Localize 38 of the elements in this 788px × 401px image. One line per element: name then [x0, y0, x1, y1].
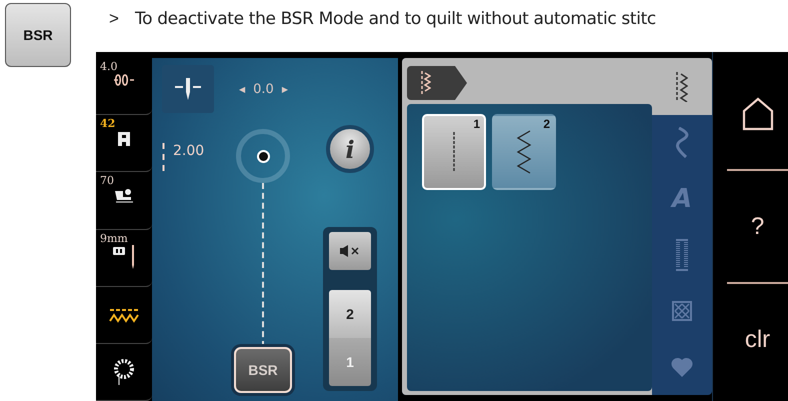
zigzag-stitch-icon: [516, 130, 532, 174]
wave-stitch-icon: [675, 127, 689, 159]
stitch-button[interactable]: 2: [492, 114, 556, 190]
category-tab[interactable]: [652, 58, 712, 115]
status-value: 42: [100, 117, 116, 130]
stitch-width-icon: [113, 73, 135, 87]
stitch-length-icon: [162, 143, 165, 171]
status-value: 70: [100, 174, 114, 188]
needle-position-value: ◀ 0.0 ▶: [239, 82, 288, 96]
stitch-button[interactable]: 1: [422, 114, 486, 190]
needle-icon: [173, 78, 203, 100]
counter-button[interactable]: 2: [329, 290, 371, 338]
status-value: 4.0: [100, 60, 118, 73]
clear-button[interactable]: clr: [727, 282, 788, 395]
quilt-pattern-icon: [672, 301, 692, 321]
home-icon: [740, 96, 774, 130]
bullet-marker: >: [109, 9, 119, 30]
foot-pressure-icon: [113, 187, 135, 204]
instruction-text: To deactivate the BSR Mode and to quilt without automatic stitc: [134, 9, 656, 31]
bsr-key: BSR: [5, 3, 71, 67]
heart-icon: [671, 357, 693, 377]
stitch-pattern-icon: [109, 306, 139, 323]
needle-position-button[interactable]: [162, 65, 214, 113]
presser-foot-icon: [117, 130, 131, 146]
status-value: 9mm: [100, 232, 128, 245]
needle-plate-icon: [112, 244, 136, 269]
bobbin-icon: [114, 358, 134, 385]
bsr-button[interactable]: BSR: [234, 347, 292, 393]
mute-button[interactable]: [329, 232, 371, 270]
needle-target-icon: [236, 129, 290, 183]
mute-icon: [339, 245, 361, 257]
zigzag-stitch-icon: [676, 72, 688, 102]
help-button[interactable]: ?: [727, 169, 788, 282]
buttonhole-icon: [675, 239, 689, 271]
straight-stitch-icon: [452, 132, 456, 172]
zigzag-stitch-icon: [421, 71, 431, 95]
info-button[interactable]: i: [326, 125, 374, 173]
stitch-length-value: 2.00: [173, 143, 204, 159]
